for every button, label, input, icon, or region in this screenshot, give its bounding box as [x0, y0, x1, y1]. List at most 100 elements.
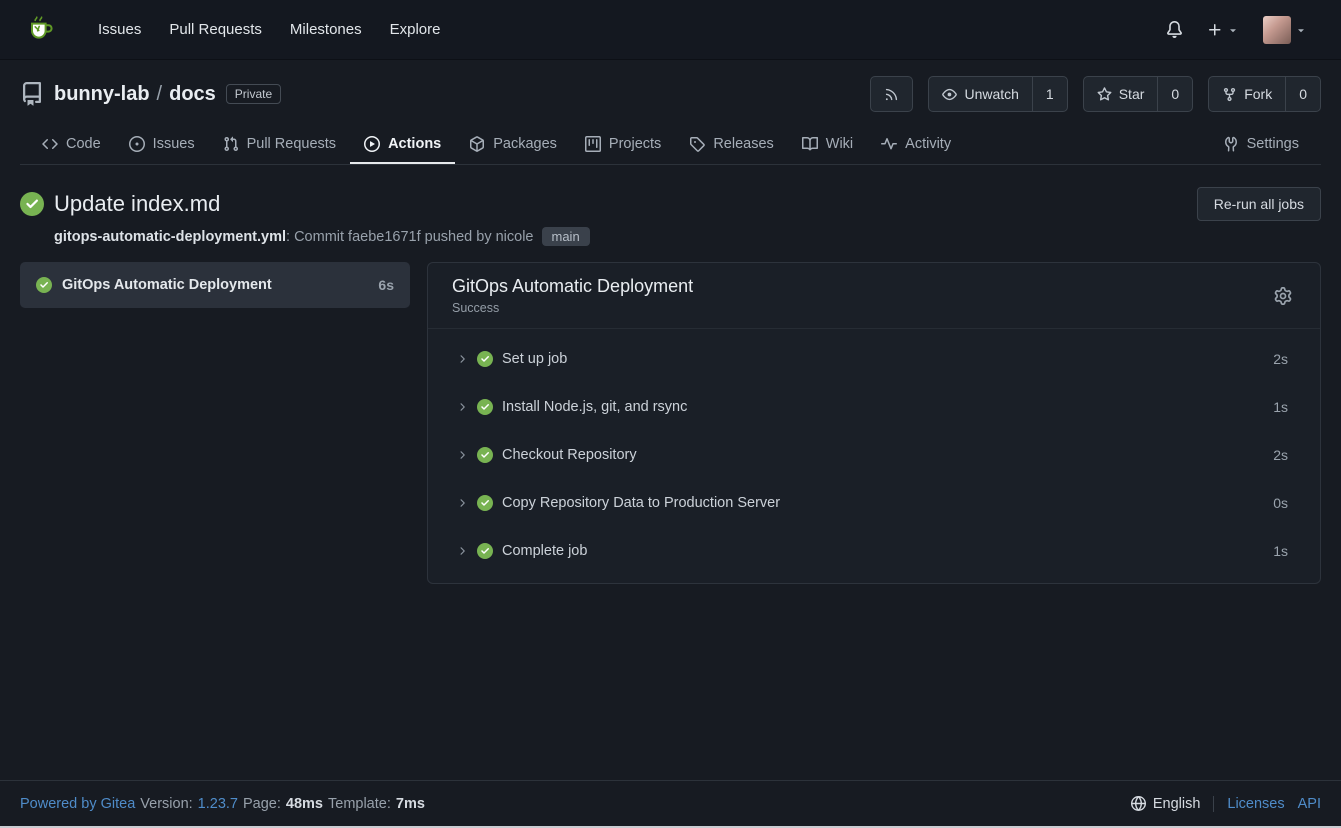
step-name: Complete job	[502, 543, 1264, 559]
tab-issues[interactable]: Issues	[115, 124, 209, 164]
tab-wiki[interactable]: Wiki	[788, 124, 867, 164]
nav-issues[interactable]: Issues	[84, 0, 155, 60]
book-icon	[802, 136, 818, 152]
tab-code[interactable]: Code	[28, 124, 115, 164]
run-header: Update index.md Re-run all jobs	[20, 187, 1321, 221]
star-icon	[1097, 87, 1112, 102]
step-row[interactable]: Checkout Repository 2s	[428, 431, 1320, 479]
chevron-down-icon	[1295, 24, 1307, 36]
commit-info: : Commit faebe1671f pushed by nicole	[286, 229, 533, 245]
language-label: English	[1153, 796, 1201, 812]
step-duration: 1s	[1273, 399, 1288, 415]
watchers-count[interactable]: 1	[1032, 77, 1067, 111]
user-menu-button[interactable]	[1253, 8, 1317, 52]
version-link[interactable]: 1.23.7	[198, 796, 238, 812]
step-row[interactable]: Copy Repository Data to Production Serve…	[428, 479, 1320, 527]
template-time-value: 7ms	[396, 796, 425, 812]
step-name: Checkout Repository	[502, 447, 1264, 463]
unwatch-button[interactable]: Unwatch	[929, 77, 1031, 111]
job-list: GitOps Automatic Deployment 6s	[20, 262, 410, 308]
gitea-logo[interactable]	[24, 14, 56, 46]
repo-header: bunny-lab / docs Private Unwatch 1	[0, 60, 1341, 165]
chevron-right-icon	[456, 497, 468, 509]
repo-owner-link[interactable]: bunny-lab	[54, 83, 150, 106]
step-row[interactable]: Complete job 1s	[428, 527, 1320, 575]
chevron-down-icon	[1227, 24, 1239, 36]
notifications-button[interactable]	[1156, 13, 1193, 46]
create-new-button[interactable]	[1197, 14, 1249, 46]
language-selector[interactable]: English	[1131, 796, 1201, 812]
success-check-icon	[477, 543, 493, 559]
page-time-label: Page:	[243, 796, 281, 812]
step-row[interactable]: Set up job 2s	[428, 335, 1320, 383]
eye-icon	[942, 87, 957, 102]
repo-name-link[interactable]: docs	[169, 83, 216, 106]
tab-label: Actions	[388, 136, 441, 152]
repo-separator: /	[157, 83, 163, 106]
plus-icon	[1207, 22, 1223, 38]
tab-label: Activity	[905, 136, 951, 152]
repo-tabs: Code Issues Pull Requests Actions Packag…	[20, 124, 1321, 165]
nav-pull-requests[interactable]: Pull Requests	[155, 0, 276, 60]
repo-title: bunny-lab / docs	[54, 83, 216, 106]
package-icon	[469, 136, 485, 152]
watch-button-group: Unwatch 1	[928, 76, 1067, 112]
actions-run-page: Update index.md Re-run all jobs gitops-a…	[0, 165, 1341, 780]
pulse-icon	[881, 136, 897, 152]
stars-count[interactable]: 0	[1157, 77, 1192, 111]
tab-label: Wiki	[826, 136, 853, 152]
pull-request-icon	[223, 136, 239, 152]
tab-label: Issues	[153, 136, 195, 152]
tab-actions[interactable]: Actions	[350, 124, 455, 164]
page-time-value: 48ms	[286, 796, 323, 812]
nav-milestones[interactable]: Milestones	[276, 0, 376, 60]
footer-divider	[1213, 796, 1214, 812]
code-icon	[42, 136, 58, 152]
star-button[interactable]: Star	[1084, 77, 1158, 111]
powered-by-gitea-link[interactable]: Powered by Gitea	[20, 796, 135, 812]
step-duration: 2s	[1273, 351, 1288, 367]
page-footer: Powered by Gitea Version: 1.23.7 Page: 4…	[0, 780, 1341, 826]
job-list-item[interactable]: GitOps Automatic Deployment 6s	[20, 262, 410, 308]
branch-badge[interactable]: main	[542, 227, 590, 246]
success-check-icon	[20, 192, 44, 216]
tab-settings[interactable]: Settings	[1209, 124, 1313, 164]
step-name: Copy Repository Data to Production Serve…	[502, 495, 1264, 511]
tab-label: Releases	[713, 136, 773, 152]
globe-icon	[1131, 796, 1146, 811]
success-check-icon	[477, 495, 493, 511]
tab-pull-requests[interactable]: Pull Requests	[209, 124, 350, 164]
success-check-icon	[477, 399, 493, 415]
workflow-file-link[interactable]: gitops-automatic-deployment.yml	[54, 229, 286, 245]
api-link[interactable]: API	[1298, 796, 1321, 812]
fork-button[interactable]: Fork	[1209, 77, 1285, 111]
tab-activity[interactable]: Activity	[867, 124, 965, 164]
chevron-right-icon	[456, 449, 468, 461]
fork-label: Fork	[1244, 86, 1272, 102]
step-row[interactable]: Install Node.js, git, and rsync 1s	[428, 383, 1320, 431]
job-status-text: Success	[452, 301, 693, 315]
repo-icon	[20, 82, 44, 106]
repo-actions: Unwatch 1 Star 0 Fork 0	[870, 76, 1321, 112]
forks-count[interactable]: 0	[1285, 77, 1320, 111]
job-duration: 6s	[378, 277, 394, 293]
play-circle-icon	[364, 136, 380, 152]
tab-packages[interactable]: Packages	[455, 124, 571, 164]
tab-projects[interactable]: Projects	[571, 124, 675, 164]
licenses-link[interactable]: Licenses	[1227, 796, 1284, 812]
avatar	[1263, 16, 1291, 44]
top-navbar: Issues Pull Requests Milestones Explore	[0, 0, 1341, 60]
job-options-button[interactable]	[1270, 283, 1296, 309]
unwatch-label: Unwatch	[964, 86, 1018, 102]
nav-explore[interactable]: Explore	[376, 0, 455, 60]
rss-button-segment[interactable]	[871, 77, 912, 111]
success-check-icon	[36, 277, 52, 293]
success-check-icon	[477, 351, 493, 367]
step-name: Set up job	[502, 351, 1264, 367]
rss-button[interactable]	[870, 76, 913, 112]
gitea-teacup-icon	[24, 14, 56, 46]
tab-label: Packages	[493, 136, 557, 152]
tab-releases[interactable]: Releases	[675, 124, 787, 164]
rerun-all-jobs-button[interactable]: Re-run all jobs	[1197, 187, 1321, 221]
step-duration: 0s	[1273, 495, 1288, 511]
